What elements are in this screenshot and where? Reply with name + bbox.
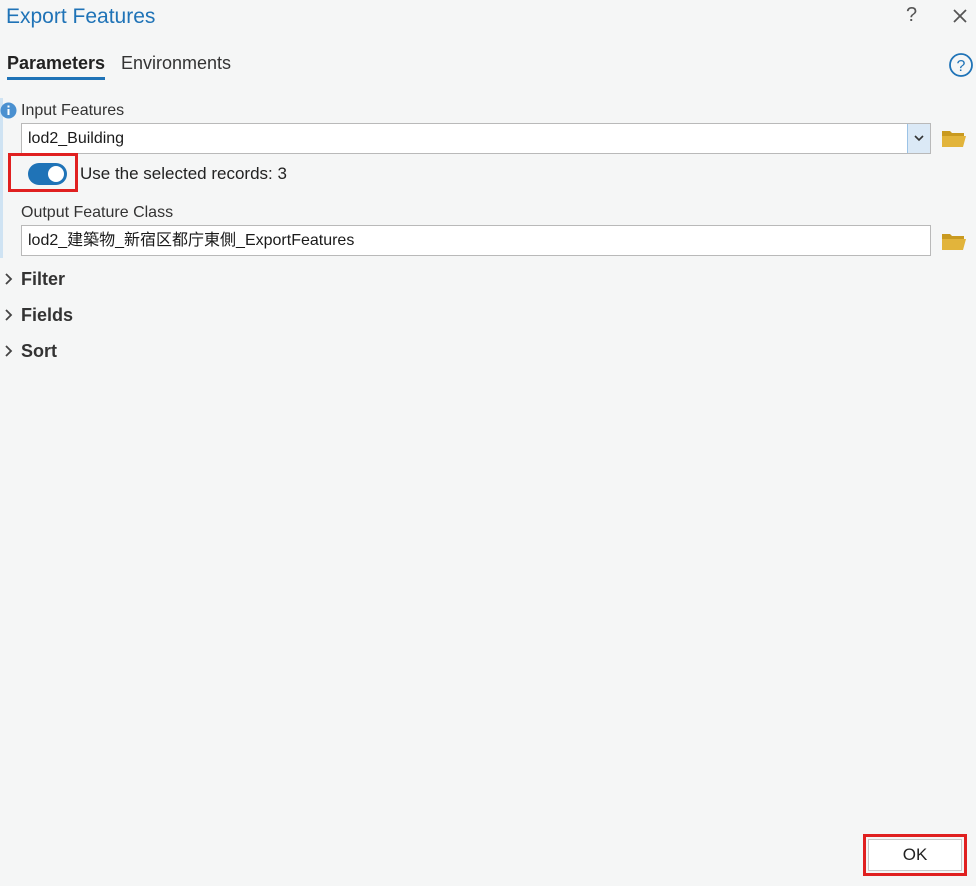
section-filter-label: Filter	[21, 268, 66, 289]
section-filter[interactable]: Filter	[2, 266, 65, 292]
close-button[interactable]	[949, 2, 971, 28]
use-selected-records-toggle[interactable]	[28, 163, 67, 185]
section-fields[interactable]: Fields	[2, 302, 73, 328]
use-selected-records-label: Use the selected records: 3	[80, 164, 287, 183]
geoprocessing-pane: Export Features ? Parameters Environment…	[0, 0, 976, 886]
output-feature-class-input[interactable]: lod2_建築物_新宿区都庁東側_ExportFeatures	[21, 225, 931, 256]
tool-help-button[interactable]: ?	[948, 52, 974, 78]
output-feature-class-label: Output Feature Class	[21, 204, 174, 221]
section-sort[interactable]: Sort	[2, 338, 57, 364]
input-features-label: Input Features	[21, 102, 125, 119]
folder-icon	[942, 234, 966, 250]
input-features-browse[interactable]	[941, 128, 967, 148]
chevron-right-icon	[5, 273, 13, 285]
chevron-down-icon	[914, 135, 924, 142]
folder-icon	[942, 131, 966, 147]
ok-button[interactable]: OK	[868, 839, 962, 871]
section-fields-label: Fields	[21, 304, 74, 325]
tab-parameters[interactable]: Parameters	[7, 53, 106, 80]
chevron-right-icon	[5, 345, 13, 357]
tab-environments[interactable]: Environments	[121, 53, 231, 77]
input-features-dropdown[interactable]	[907, 124, 930, 153]
info-icon	[0, 102, 17, 119]
question-circle-icon: ?	[949, 53, 973, 77]
toggle-knob	[48, 166, 64, 182]
output-feature-class-value: lod2_建築物_新宿区都庁東側_ExportFeatures	[28, 232, 355, 249]
input-features-value: lod2_Building	[28, 130, 125, 147]
parameter-accent-strip	[0, 98, 3, 258]
chevron-right-icon	[5, 309, 13, 321]
help-button[interactable]: ?	[906, 4, 917, 27]
section-sort-label: Sort	[21, 340, 57, 361]
input-features-combobox[interactable]: lod2_Building	[21, 123, 931, 154]
output-feature-class-browse[interactable]	[941, 231, 967, 251]
pane-title: Export Features	[6, 5, 156, 28]
svg-text:?: ?	[957, 58, 966, 75]
close-icon	[953, 9, 967, 23]
